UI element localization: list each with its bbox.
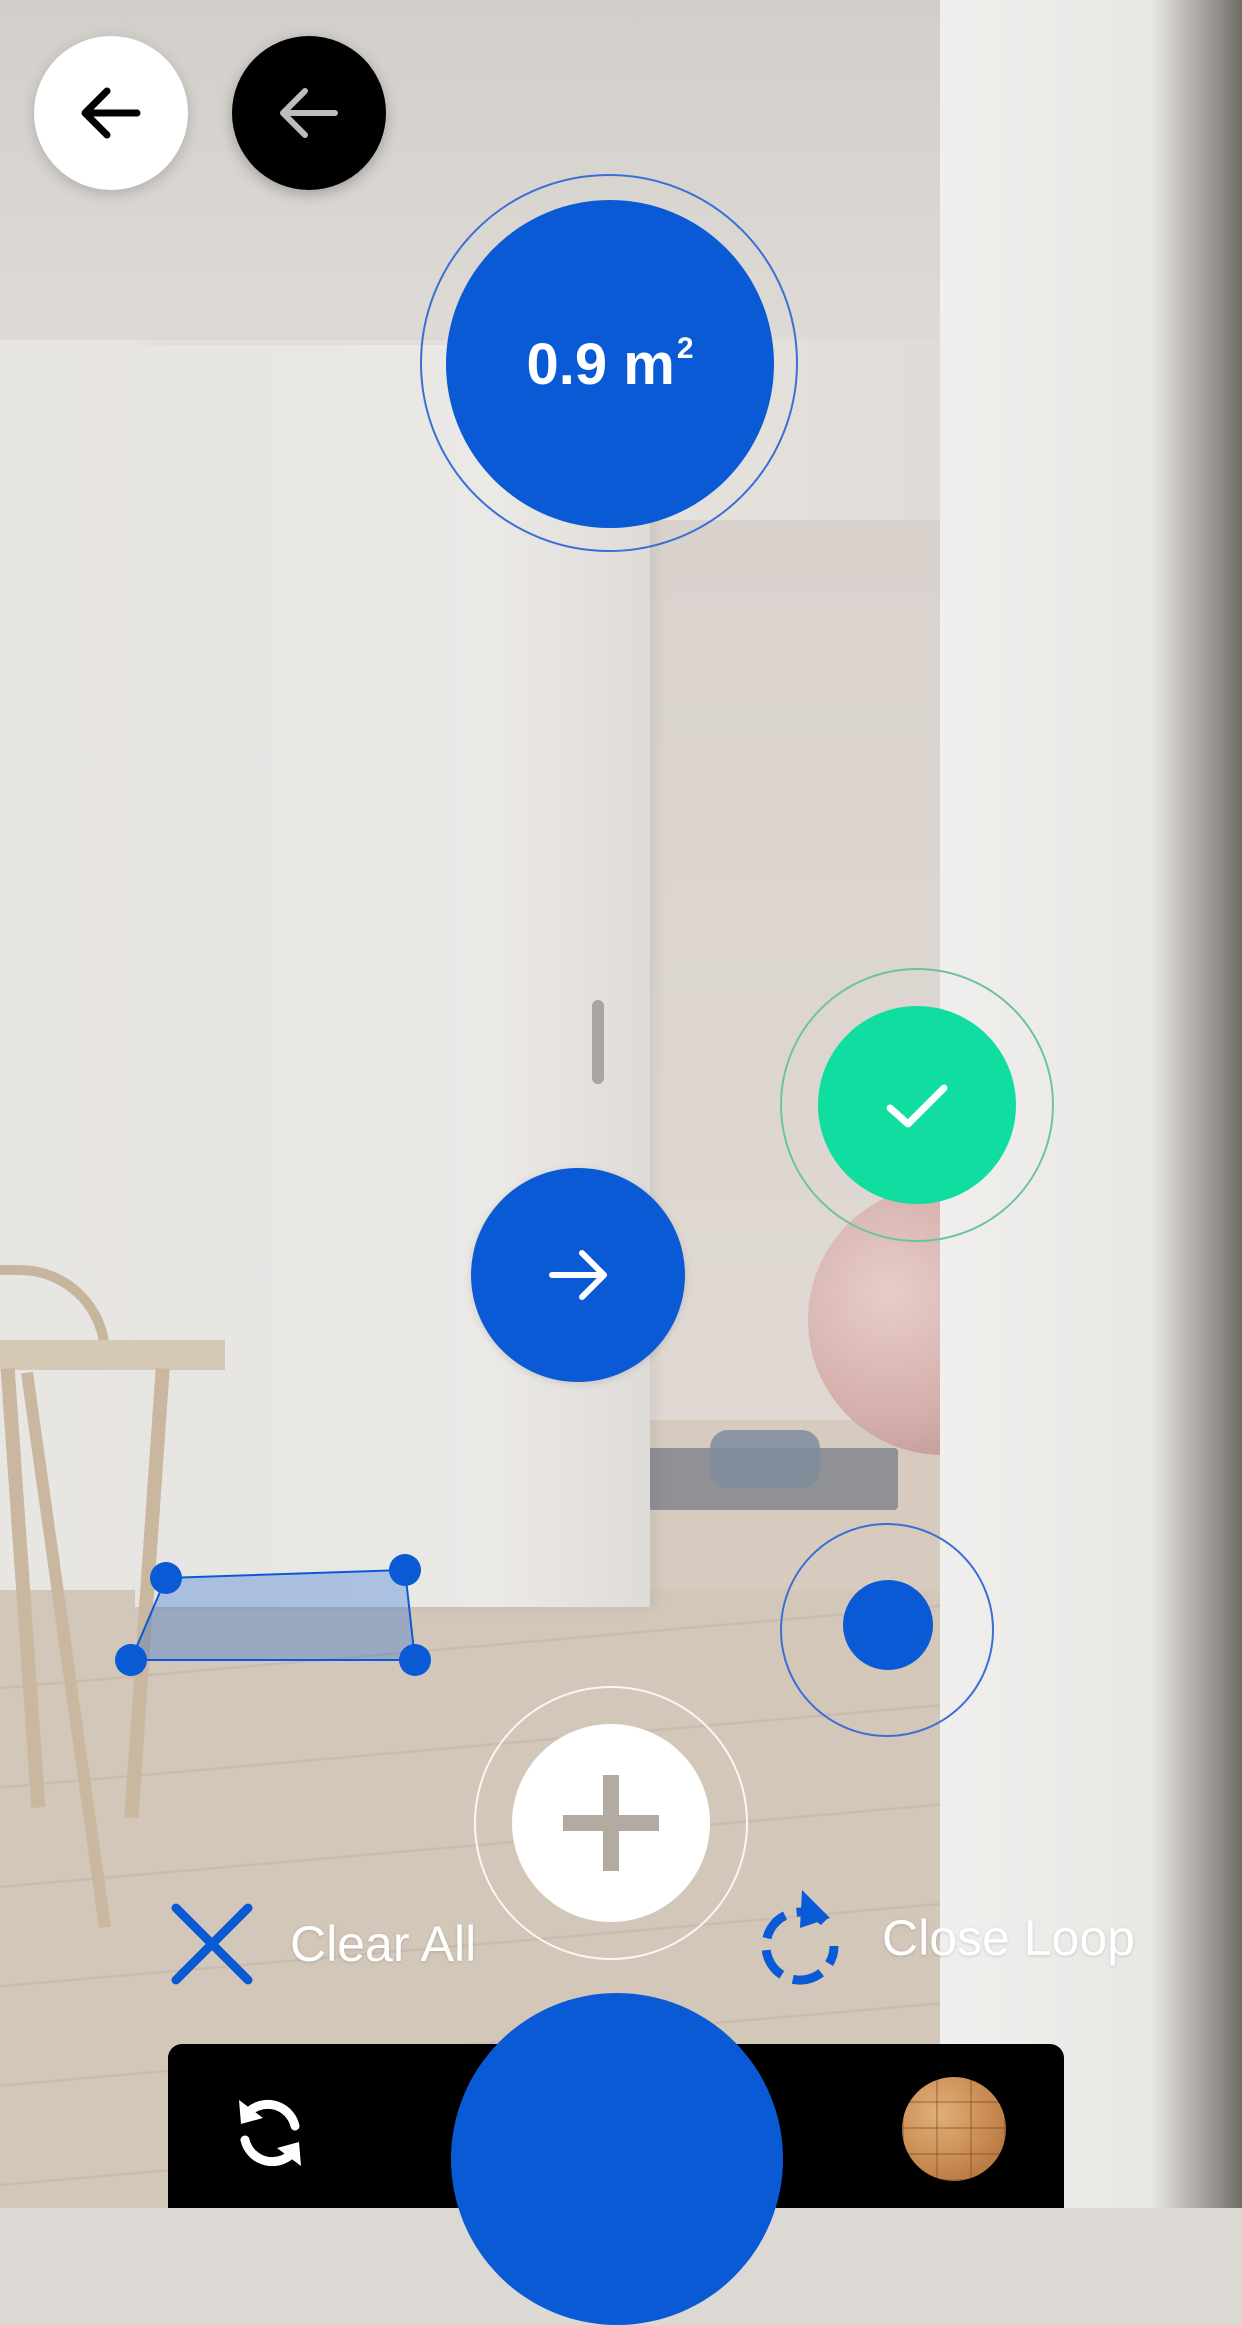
- arrow-left-icon: [81, 87, 141, 139]
- arrow-right-icon: [549, 1250, 607, 1300]
- undo-button[interactable]: [232, 36, 386, 190]
- polygon-vertex[interactable]: [150, 1562, 182, 1594]
- area-value: 0.9: [526, 331, 608, 397]
- clear-all-button[interactable]: Clear All: [168, 1900, 476, 1988]
- material-texture-thumbnail[interactable]: [902, 2077, 1006, 2181]
- close-loop-button[interactable]: Close Loop: [750, 1882, 1135, 1994]
- switch-camera-button[interactable]: [225, 2088, 315, 2178]
- capture-button[interactable]: [451, 1993, 783, 2325]
- checkmark-icon: [886, 1084, 948, 1128]
- next-button[interactable]: [471, 1168, 685, 1382]
- add-point-button[interactable]: [512, 1724, 710, 1922]
- back-button[interactable]: [34, 36, 188, 190]
- clear-all-label: Clear All: [290, 1916, 477, 1972]
- area-measurement-badge: 0.9 m2: [446, 200, 774, 528]
- area-exponent: 2: [676, 331, 694, 365]
- polygon-vertex[interactable]: [399, 1644, 431, 1676]
- area-value-label: 0.9 m2: [526, 331, 693, 398]
- x-icon: [171, 1903, 253, 1985]
- polygon-vertex[interactable]: [389, 1554, 421, 1586]
- close-loop-label: Close Loop: [882, 1910, 1135, 1966]
- arrow-left-icon: [280, 88, 338, 138]
- plus-icon: [563, 1775, 659, 1871]
- placement-reticle-dot: [843, 1580, 933, 1670]
- confirm-button[interactable]: [818, 1006, 1016, 1204]
- area-unit: m: [623, 331, 675, 397]
- polygon-vertex[interactable]: [115, 1644, 147, 1676]
- refresh-icon: [239, 2099, 301, 2167]
- rotate-clockwise-icon: [761, 1890, 839, 1985]
